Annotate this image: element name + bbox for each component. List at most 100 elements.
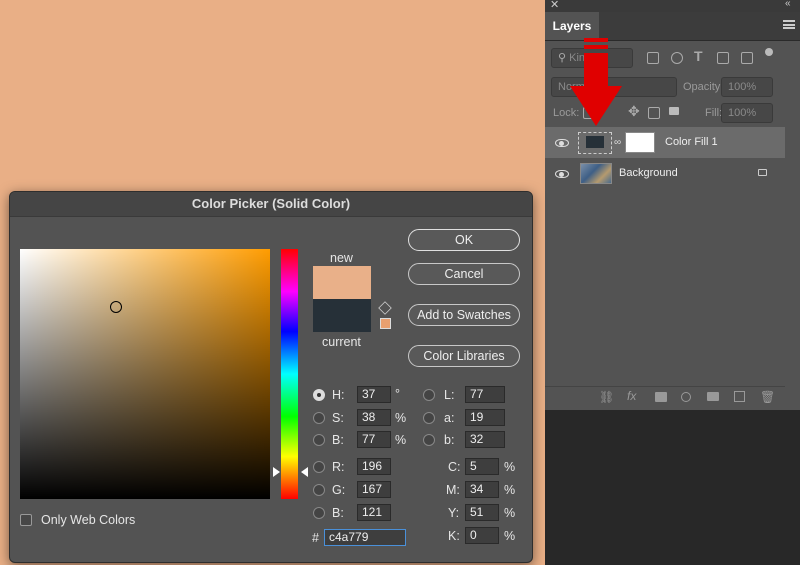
b-rgb-input[interactable]: 121 bbox=[357, 504, 391, 521]
h-input[interactable]: 37 bbox=[357, 386, 391, 403]
y-input[interactable]: 51 bbox=[465, 504, 499, 521]
new-label: new bbox=[330, 251, 353, 265]
websafe-swatch-icon[interactable] bbox=[380, 318, 391, 329]
fill-value: 100% bbox=[728, 107, 757, 119]
filter-toggle-icon[interactable] bbox=[765, 48, 773, 56]
shape-filter-icon[interactable] bbox=[717, 52, 729, 64]
arrow-head bbox=[570, 86, 622, 126]
only-web-colors-label: Only Web Colors bbox=[41, 513, 136, 527]
radio-g[interactable] bbox=[313, 484, 325, 496]
arrow-stripe bbox=[584, 45, 608, 49]
pixel-filter-icon[interactable] bbox=[647, 52, 659, 64]
add-mask-icon[interactable] bbox=[655, 392, 667, 402]
layers-bottom-toolbar: ⛓ fx 🗑 bbox=[545, 386, 785, 409]
b-lab-input[interactable]: 32 bbox=[465, 431, 505, 448]
only-web-colors-checkbox[interactable] bbox=[20, 514, 32, 526]
layer-thumbnail bbox=[578, 132, 612, 154]
arrow-shaft bbox=[584, 53, 608, 87]
background-thumbnail bbox=[580, 163, 612, 184]
layer-row-color-fill[interactable]: ∞ Color Fill 1 bbox=[545, 127, 785, 158]
lock-all-icon[interactable] bbox=[669, 107, 679, 115]
new-group-icon[interactable] bbox=[707, 392, 719, 401]
link-layers-icon[interactable]: ⛓ bbox=[599, 390, 614, 404]
hue-slider[interactable] bbox=[281, 249, 298, 499]
h-unit: ° bbox=[395, 387, 400, 401]
m-input[interactable]: 34 bbox=[465, 481, 499, 498]
b-hsb-label: B: bbox=[332, 433, 344, 447]
red-arrow-annotation bbox=[570, 38, 622, 126]
k-label: K: bbox=[448, 529, 460, 543]
new-layer-icon[interactable] bbox=[734, 391, 745, 402]
new-adjustment-icon[interactable] bbox=[681, 392, 691, 402]
opacity-value: 100% bbox=[728, 81, 757, 93]
b-rgb-label: B: bbox=[332, 506, 344, 520]
lock-artboard-icon[interactable] bbox=[648, 107, 660, 119]
layer-row-background[interactable]: Background bbox=[545, 158, 785, 189]
radio-b-lab[interactable] bbox=[423, 434, 435, 446]
current-label: current bbox=[322, 335, 361, 349]
saturation-brightness-field[interactable] bbox=[20, 249, 270, 499]
radio-h[interactable] bbox=[313, 389, 325, 401]
layer-name[interactable]: Color Fill 1 bbox=[665, 136, 718, 148]
k-input[interactable]: 0 bbox=[465, 527, 499, 544]
g-input[interactable]: 167 bbox=[357, 481, 391, 498]
eye-icon[interactable] bbox=[555, 170, 569, 178]
dialog-title: Color Picker (Solid Color) bbox=[10, 192, 532, 217]
link-icon[interactable]: ∞ bbox=[614, 137, 621, 148]
g-label: G: bbox=[332, 483, 346, 497]
hue-slider-left-handle[interactable] bbox=[273, 467, 280, 477]
radio-b-rgb[interactable] bbox=[313, 507, 325, 519]
opacity-field[interactable]: 100% bbox=[721, 77, 773, 97]
fx-icon[interactable]: fx bbox=[627, 389, 636, 403]
c-input[interactable]: 5 bbox=[465, 458, 499, 475]
radio-b-hsb[interactable] bbox=[313, 434, 325, 446]
gamut-cube-icon[interactable] bbox=[378, 301, 392, 315]
new-color-swatch bbox=[313, 266, 371, 299]
hex-input[interactable]: c4a779 bbox=[324, 529, 406, 546]
r-label: R: bbox=[332, 460, 345, 474]
s-label: S: bbox=[332, 411, 344, 425]
k-unit: % bbox=[504, 529, 516, 543]
type-filter-icon[interactable]: T bbox=[694, 48, 703, 64]
adjustment-filter-icon[interactable] bbox=[671, 52, 683, 64]
eye-icon[interactable] bbox=[555, 139, 569, 147]
radio-a[interactable] bbox=[423, 412, 435, 424]
a-input[interactable]: 19 bbox=[465, 409, 505, 426]
b-lab-label: b: bbox=[444, 433, 455, 447]
s-unit: % bbox=[395, 411, 407, 425]
cancel-button[interactable]: Cancel bbox=[408, 263, 520, 285]
close-icon[interactable]: ✕ bbox=[550, 0, 559, 11]
empty-panel-area bbox=[545, 410, 800, 565]
fill-field[interactable]: 100% bbox=[721, 103, 773, 123]
radio-l[interactable] bbox=[423, 389, 435, 401]
arrow-stripe bbox=[584, 38, 608, 42]
y-label: Y: bbox=[448, 506, 460, 520]
color-selector-circle[interactable] bbox=[110, 301, 122, 313]
color-libraries-button[interactable]: Color Libraries bbox=[408, 345, 520, 367]
ok-button[interactable]: OK bbox=[408, 229, 520, 251]
panel-menu-icon[interactable] bbox=[783, 20, 795, 29]
current-color-swatch[interactable] bbox=[313, 299, 371, 332]
panel-top-strip: ✕ « bbox=[545, 0, 800, 12]
m-label: M: bbox=[446, 483, 460, 497]
c-unit: % bbox=[504, 460, 516, 474]
s-input[interactable]: 38 bbox=[357, 409, 391, 426]
l-input[interactable]: 77 bbox=[465, 386, 505, 403]
delete-layer-icon[interactable]: 🗑 bbox=[760, 390, 775, 404]
smart-object-filter-icon[interactable] bbox=[741, 52, 753, 64]
y-unit: % bbox=[504, 506, 516, 520]
h-label: H: bbox=[332, 388, 345, 402]
lock-position-icon[interactable]: ✥ bbox=[628, 103, 640, 120]
r-input[interactable]: 196 bbox=[357, 458, 391, 475]
radio-r[interactable] bbox=[313, 461, 325, 473]
b-hsb-unit: % bbox=[395, 433, 407, 447]
l-label: L: bbox=[444, 388, 455, 402]
layer-name[interactable]: Background bbox=[619, 167, 678, 179]
m-unit: % bbox=[504, 483, 516, 497]
lock-icon bbox=[758, 169, 767, 176]
hue-slider-right-handle[interactable] bbox=[301, 467, 308, 477]
radio-s[interactable] bbox=[313, 412, 325, 424]
add-to-swatches-button[interactable]: Add to Swatches bbox=[408, 304, 520, 326]
b-hsb-input[interactable]: 77 bbox=[357, 431, 391, 448]
collapse-icon[interactable]: « bbox=[785, 0, 791, 9]
